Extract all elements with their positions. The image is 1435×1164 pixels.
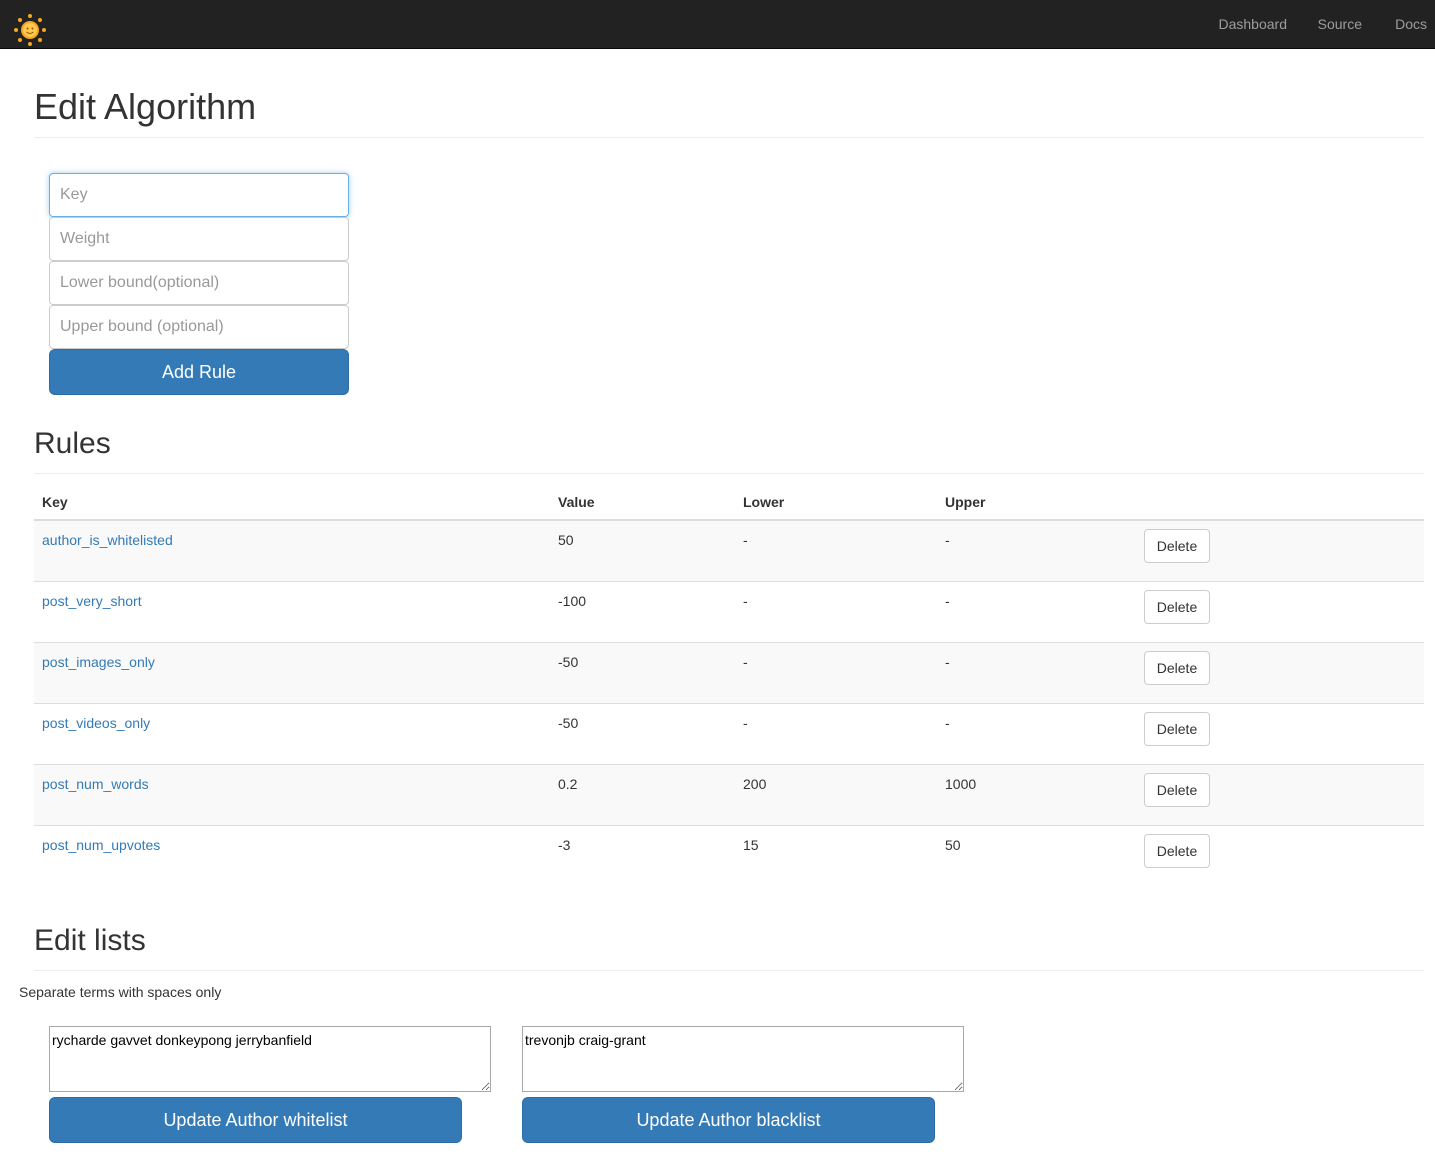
edit-lists-heading: Edit lists bbox=[34, 924, 146, 957]
rules-heading: Rules bbox=[34, 427, 111, 460]
divider bbox=[34, 473, 1424, 474]
rule-lower: - bbox=[743, 532, 748, 548]
rule-value: 50 bbox=[558, 532, 574, 548]
update-author-blacklist-button[interactable]: Update Author blacklist bbox=[522, 1097, 935, 1143]
delete-button[interactable]: Delete bbox=[1144, 651, 1210, 685]
update-author-whitelist-button[interactable]: Update Author whitelist bbox=[49, 1097, 462, 1143]
rule-value: -50 bbox=[558, 654, 579, 670]
add-rule-button[interactable]: Add Rule bbox=[49, 349, 349, 395]
rule-key-link[interactable]: post_videos_only bbox=[42, 715, 150, 731]
delete-button[interactable]: Delete bbox=[1144, 529, 1210, 563]
rule-lower: 200 bbox=[743, 776, 767, 792]
top-navbar: Dashboard Source Docs bbox=[0, 0, 1435, 49]
rule-lower: - bbox=[743, 715, 748, 731]
nav-link-dashboard[interactable]: Dashboard bbox=[1219, 16, 1288, 32]
rule-key-link[interactable]: post_images_only bbox=[42, 654, 155, 670]
table-row: post_num_upvotes -3 15 50 Delete bbox=[34, 826, 1424, 887]
rule-lower: - bbox=[743, 593, 748, 609]
rule-upper: - bbox=[945, 654, 950, 670]
column-header-value: Value bbox=[558, 494, 595, 510]
delete-button[interactable]: Delete bbox=[1144, 773, 1210, 807]
column-header-upper: Upper bbox=[945, 494, 986, 510]
rule-key-link[interactable]: post_num_upvotes bbox=[42, 837, 160, 853]
column-header-key: Key bbox=[42, 494, 68, 510]
rule-value: -50 bbox=[558, 715, 579, 731]
rule-upper: - bbox=[945, 593, 950, 609]
table-row: post_num_words 0.2 200 1000 Delete bbox=[34, 765, 1424, 826]
rule-value: -100 bbox=[558, 593, 587, 609]
divider bbox=[34, 137, 1424, 138]
delete-button[interactable]: Delete bbox=[1144, 712, 1210, 746]
weight-input[interactable] bbox=[49, 217, 349, 261]
rule-lower: 15 bbox=[743, 837, 759, 853]
nav-link-docs[interactable]: Docs bbox=[1395, 16, 1427, 32]
delete-button[interactable]: Delete bbox=[1144, 590, 1210, 624]
rule-key-link[interactable]: post_very_short bbox=[42, 593, 142, 609]
rule-upper: - bbox=[945, 532, 950, 548]
upper-bound-input[interactable] bbox=[49, 305, 349, 349]
rule-upper: - bbox=[945, 715, 950, 731]
author-whitelist-textarea[interactable]: rycharde gavvet donkeypong jerrybanfield bbox=[49, 1026, 491, 1092]
author-blacklist-textarea[interactable]: trevonjb craig-grant bbox=[522, 1026, 964, 1092]
key-input[interactable] bbox=[49, 173, 349, 217]
lower-bound-input[interactable] bbox=[49, 261, 349, 305]
nav-link-source[interactable]: Source bbox=[1318, 16, 1362, 32]
rule-lower: - bbox=[743, 654, 748, 670]
separator-hint: Separate terms with spaces only bbox=[19, 984, 222, 1000]
rule-upper: 1000 bbox=[945, 776, 977, 792]
table-row: post_videos_only -50 - - Delete bbox=[34, 704, 1424, 765]
rule-key-link[interactable]: author_is_whitelisted bbox=[42, 532, 173, 548]
delete-button[interactable]: Delete bbox=[1144, 834, 1210, 868]
divider bbox=[34, 970, 1424, 971]
rule-key-link[interactable]: post_num_words bbox=[42, 776, 149, 792]
rule-value: 0.2 bbox=[558, 776, 578, 792]
table-row: author_is_whitelisted 50 - - Delete bbox=[34, 521, 1424, 582]
sun-logo-icon[interactable] bbox=[13, 13, 47, 47]
rule-value: -3 bbox=[558, 837, 571, 853]
page-title: Edit Algorithm bbox=[34, 86, 257, 127]
rule-upper: 50 bbox=[945, 837, 961, 853]
table-row: post_images_only -50 - - Delete bbox=[34, 643, 1424, 704]
table-row: post_very_short -100 - - Delete bbox=[34, 582, 1424, 643]
column-header-lower: Lower bbox=[743, 494, 785, 510]
